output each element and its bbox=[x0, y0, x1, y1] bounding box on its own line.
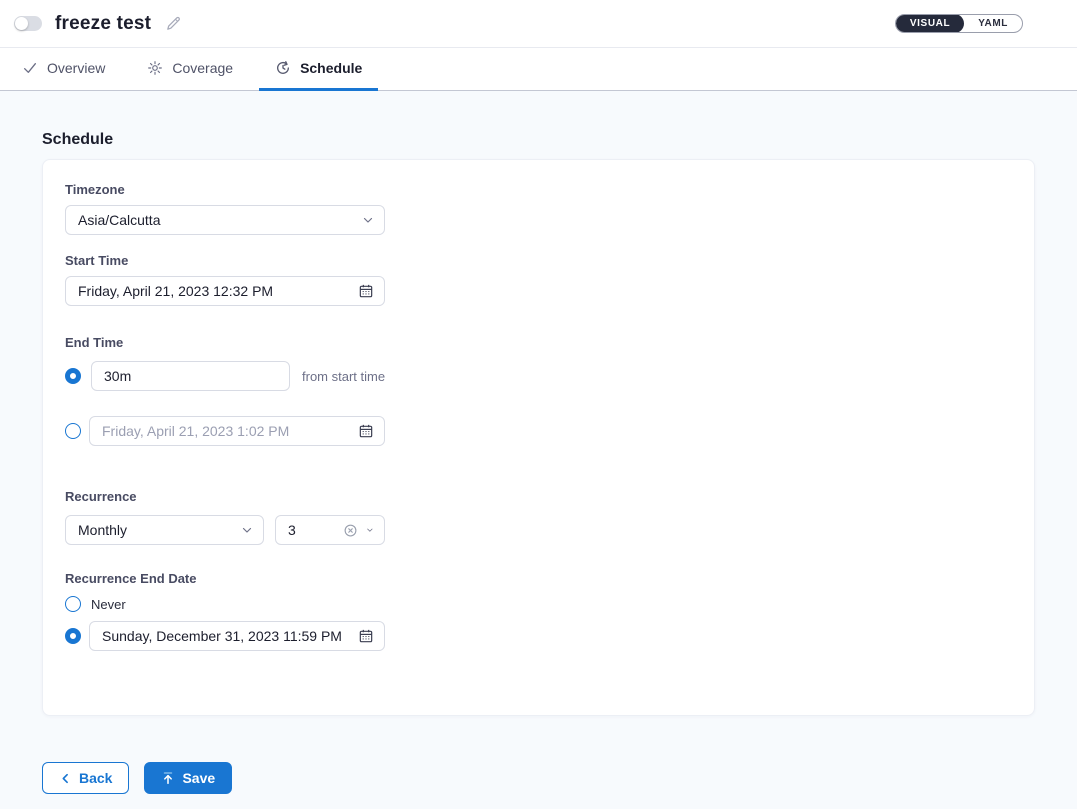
toggle-knob bbox=[15, 17, 28, 30]
freeze-window-studio: freeze test VISUAL YAML Overview Coverag… bbox=[0, 0, 1077, 809]
clock-refresh-icon bbox=[275, 60, 291, 76]
tab-bar: Overview Coverage Schedule bbox=[0, 48, 1077, 91]
start-time-field bbox=[65, 276, 385, 306]
tab-label: Coverage bbox=[172, 60, 233, 76]
schedule-page: Schedule Timezone Asia/Calcutta Start Ti… bbox=[0, 91, 1077, 809]
save-button-label: Save bbox=[182, 770, 215, 786]
end-time-date-field bbox=[89, 416, 385, 446]
timezone-select[interactable]: Asia/Calcutta bbox=[65, 205, 385, 235]
tab-coverage[interactable]: Coverage bbox=[131, 48, 249, 91]
check-icon bbox=[22, 60, 38, 76]
recurrence-type-value: Monthly bbox=[78, 522, 241, 538]
recurrence-never-option: Never bbox=[65, 596, 1010, 612]
back-button-label: Back bbox=[79, 770, 112, 786]
recurrence-end-date-label: Recurrence End Date bbox=[65, 571, 1010, 586]
from-start-time-hint: from start time bbox=[302, 369, 385, 384]
recurrence-end-date-radio[interactable] bbox=[65, 628, 81, 644]
recurrence-end-calendar-button[interactable] bbox=[358, 628, 374, 644]
recurrence-interval-input[interactable] bbox=[288, 522, 343, 538]
end-time-duration-option: from start time bbox=[65, 361, 1010, 391]
page-title: freeze test bbox=[55, 13, 151, 35]
end-time-duration-field bbox=[91, 361, 290, 391]
recurrence-controls: Monthly bbox=[65, 515, 1010, 545]
recurrence-never-radio[interactable] bbox=[65, 596, 81, 612]
chevron-down-icon bbox=[362, 214, 374, 226]
schedule-heading: Schedule bbox=[42, 131, 1035, 149]
calendar-icon bbox=[358, 628, 374, 644]
start-time-calendar-button[interactable] bbox=[358, 283, 374, 299]
timezone-value: Asia/Calcutta bbox=[78, 212, 362, 228]
end-time-date-input[interactable] bbox=[102, 423, 358, 439]
recurrence-end-date-option bbox=[65, 621, 1010, 651]
footer-actions: Back Save bbox=[42, 762, 1035, 794]
schedule-form-card: Timezone Asia/Calcutta Start Time End Ti… bbox=[42, 159, 1035, 716]
recurrence-label: Recurrence bbox=[65, 489, 1010, 504]
arrow-up-from-line-icon bbox=[161, 771, 175, 785]
freeze-enable-toggle[interactable] bbox=[14, 16, 42, 31]
edit-title-button[interactable] bbox=[165, 15, 182, 32]
visual-yaml-switch: VISUAL YAML bbox=[895, 14, 1023, 33]
end-time-date-radio[interactable] bbox=[65, 423, 81, 439]
tab-overview[interactable]: Overview bbox=[6, 48, 121, 91]
timezone-label: Timezone bbox=[65, 182, 1010, 197]
calendar-icon bbox=[358, 283, 374, 299]
recurrence-interval-combobox bbox=[275, 515, 385, 545]
end-time-duration-radio[interactable] bbox=[65, 368, 81, 384]
tab-label: Schedule bbox=[300, 60, 362, 76]
end-time-label: End Time bbox=[65, 335, 1010, 350]
end-time-duration-input[interactable] bbox=[104, 368, 279, 384]
recurrence-type-select[interactable]: Monthly bbox=[65, 515, 264, 545]
visual-view-button[interactable]: VISUAL bbox=[896, 14, 964, 33]
chevron-down-icon bbox=[241, 524, 253, 536]
start-time-input[interactable] bbox=[78, 283, 358, 299]
recurrence-end-date-field bbox=[89, 621, 385, 651]
circle-x-icon bbox=[343, 523, 358, 538]
save-button[interactable]: Save bbox=[144, 762, 232, 794]
clear-interval-button[interactable] bbox=[343, 523, 358, 538]
tab-schedule[interactable]: Schedule bbox=[259, 48, 378, 91]
start-time-label: Start Time bbox=[65, 253, 1010, 268]
header: freeze test VISUAL YAML bbox=[0, 0, 1077, 48]
chevron-down-icon[interactable] bbox=[366, 524, 374, 536]
tab-label: Overview bbox=[47, 60, 105, 76]
yaml-view-button[interactable]: YAML bbox=[964, 14, 1022, 33]
end-time-date-option bbox=[65, 416, 1010, 446]
end-time-calendar-button[interactable] bbox=[358, 423, 374, 439]
back-button[interactable]: Back bbox=[42, 762, 129, 794]
never-label: Never bbox=[91, 597, 126, 612]
pencil-icon bbox=[165, 15, 182, 32]
chevron-left-icon bbox=[59, 772, 72, 785]
calendar-icon bbox=[358, 423, 374, 439]
gear-icon bbox=[147, 60, 163, 76]
recurrence-end-date-input[interactable] bbox=[102, 628, 358, 644]
